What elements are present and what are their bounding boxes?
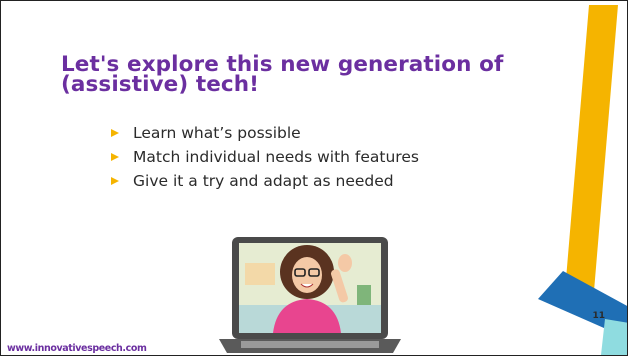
slide: Let's explore this new generation of (as… <box>0 0 628 356</box>
laptop-avatar-illustration <box>219 237 401 353</box>
screen-plant <box>357 285 371 305</box>
screen-shelf <box>245 263 275 285</box>
avatar-hand <box>338 254 352 272</box>
laptop-keyboard <box>241 341 379 348</box>
page-number: 11 <box>592 311 605 321</box>
website-link[interactable]: www.innovativespeech.com <box>7 343 147 354</box>
avatar-face <box>292 257 322 293</box>
